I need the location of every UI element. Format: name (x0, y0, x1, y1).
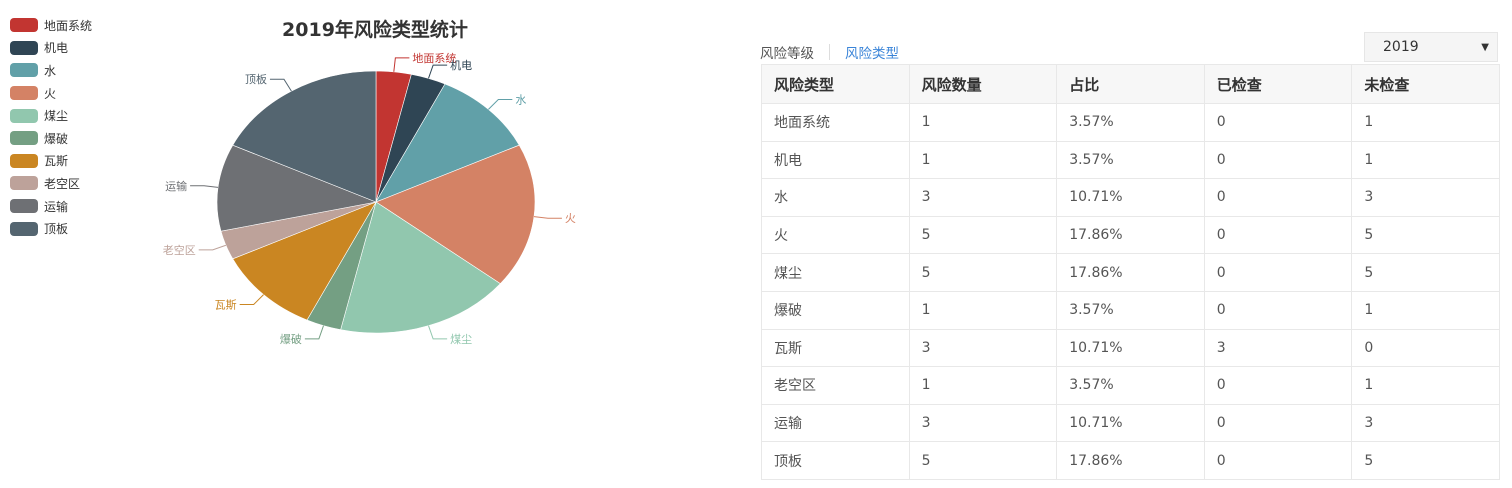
table-row: 瓦斯 3 10.71% 3 0 (761, 328, 1500, 368)
label-leader-line (393, 57, 410, 72)
table-cell: 1 (908, 366, 1058, 405)
table-row: 机电 1 3.57% 0 1 (761, 140, 1500, 180)
table-cell: 5 (1351, 215, 1500, 255)
risk-type-table: 风险类型 风险数量 占比 已检查 未检查 地面系统 1 3.57% 0 1 机电 1 3.57… (761, 64, 1500, 480)
year-select[interactable]: 2019 ▼ (1364, 32, 1498, 62)
table-cell: 3 (908, 403, 1058, 443)
table-row: 老空区 1 3.57% 0 1 (761, 366, 1500, 405)
table-cell: 顶板 (761, 441, 910, 480)
table-cell: 3.57% (1056, 140, 1205, 180)
table-cell: 5 (908, 215, 1058, 255)
table-cell: 5 (908, 253, 1058, 292)
table-cell: 0 (1351, 328, 1500, 368)
label-leader-line (190, 185, 219, 188)
table-cell: 3 (1351, 403, 1500, 443)
table-cell: 0 (1203, 103, 1353, 142)
table-row: 火 5 17.86% 0 5 (761, 215, 1500, 255)
table-cell: 5 (1351, 253, 1500, 292)
table-cell: 3 (1203, 328, 1353, 368)
table-cell: 瓦斯 (761, 328, 910, 368)
table-body: 地面系统 1 3.57% 0 1 机电 1 3.57% 0 1 水 3 10.71% 0 3 火 5 17.86%… (761, 103, 1500, 480)
pie-chart: 地面系统机电水火煤尘爆破瓦斯老空区运输顶板 (163, 52, 576, 346)
table-cell: 5 (908, 441, 1058, 480)
label-leader-line (198, 244, 227, 251)
table-cell: 机电 (761, 140, 910, 180)
label-leader-line (533, 216, 562, 219)
table-cell: 1 (908, 290, 1058, 330)
table-cell: 10.71% (1056, 328, 1205, 368)
table-row: 运输 3 10.71% 0 3 (761, 403, 1500, 443)
header-unchecked: 未检查 (1351, 64, 1500, 104)
label-leader-line (304, 325, 324, 340)
table-cell: 老空区 (761, 366, 910, 405)
pie-slice-label: 运输 (165, 179, 187, 193)
table-cell: 1 (908, 103, 1058, 142)
table-cell: 3 (1351, 178, 1500, 217)
table-cell: 10.71% (1056, 403, 1205, 443)
pie-slice-label: 老空区 (163, 243, 196, 257)
label-leader-line (428, 64, 448, 79)
table-cell: 17.86% (1056, 441, 1205, 480)
pie-slice-label: 瓦斯 (215, 299, 237, 312)
pie-slice-label: 煤尘 (450, 333, 472, 346)
table-header-row: 风险类型 风险数量 占比 已检查 未检查 (761, 64, 1500, 104)
table-cell: 1 (1351, 290, 1500, 330)
table-row: 煤尘 5 17.86% 0 5 (761, 253, 1500, 292)
table-cell: 煤尘 (761, 253, 910, 292)
pie-slice-label: 火 (565, 212, 576, 225)
table-cell: 1 (908, 140, 1058, 180)
year-select-value: 2019 (1383, 39, 1419, 55)
table-cell: 3.57% (1056, 366, 1205, 405)
table-cell: 地面系统 (761, 103, 910, 142)
table-cell: 0 (1203, 253, 1353, 292)
chart-panel: 地面系统 机电水火煤尘 爆破 瓦斯 老空区 运输 顶板 2019年风险类型统计 地面系统 机电… (0, 0, 700, 488)
tab-bar: 风险等级 风险类型 (760, 40, 899, 64)
header-proportion: 占比 (1056, 64, 1205, 104)
pie-slice-label: 水 (515, 93, 526, 106)
table-cell: 3.57% (1056, 103, 1205, 142)
table-cell: 17.86% (1056, 215, 1205, 255)
table-row: 水 3 10.71% 0 3 (761, 178, 1500, 217)
table-row: 地面系统 1 3.57% 0 1 (761, 103, 1500, 142)
table-cell: 0 (1203, 140, 1353, 180)
pie-slice-label: 顶板 (245, 72, 267, 86)
table-row: 顶板 5 17.86% 0 5 (761, 441, 1500, 480)
table-cell: 火 (761, 215, 910, 255)
table-cell: 3 (908, 178, 1058, 217)
header-risk-count: 风险数量 (908, 64, 1058, 104)
table-cell: 0 (1203, 366, 1353, 405)
header-checked: 已检查 (1203, 64, 1353, 104)
table-cell: 0 (1203, 215, 1353, 255)
tab-risk-level[interactable]: 风险等级 (760, 40, 814, 64)
table-cell: 0 (1203, 441, 1353, 480)
label-leader-line (239, 294, 264, 306)
pie-slice-label: 爆破 (280, 332, 302, 346)
table-cell: 17.86% (1056, 253, 1205, 292)
label-leader-line (269, 78, 292, 92)
table-cell: 运输 (761, 403, 910, 443)
label-leader-line (488, 98, 513, 110)
label-leader-line (428, 325, 448, 340)
table-cell: 爆破 (761, 290, 910, 330)
table-cell: 5 (1351, 441, 1500, 480)
table-cell: 水 (761, 178, 910, 217)
table-cell: 0 (1203, 290, 1353, 330)
table-cell: 0 (1203, 178, 1353, 217)
table-cell: 1 (1351, 366, 1500, 405)
tab-divider (829, 44, 830, 60)
table-cell: 10.71% (1056, 178, 1205, 217)
caret-down-icon: ▼ (1481, 41, 1489, 53)
table-cell: 1 (1351, 103, 1500, 142)
tab-risk-type[interactable]: 风险类型 (845, 40, 899, 64)
table-cell: 1 (1351, 140, 1500, 180)
table-cell: 3 (908, 328, 1058, 368)
header-risk-type: 风险类型 (761, 64, 910, 104)
pie-slice-label: 机电 (450, 58, 472, 72)
table-row: 爆破 1 3.57% 0 1 (761, 290, 1500, 330)
table-cell: 0 (1203, 403, 1353, 443)
table-cell: 3.57% (1056, 290, 1205, 330)
